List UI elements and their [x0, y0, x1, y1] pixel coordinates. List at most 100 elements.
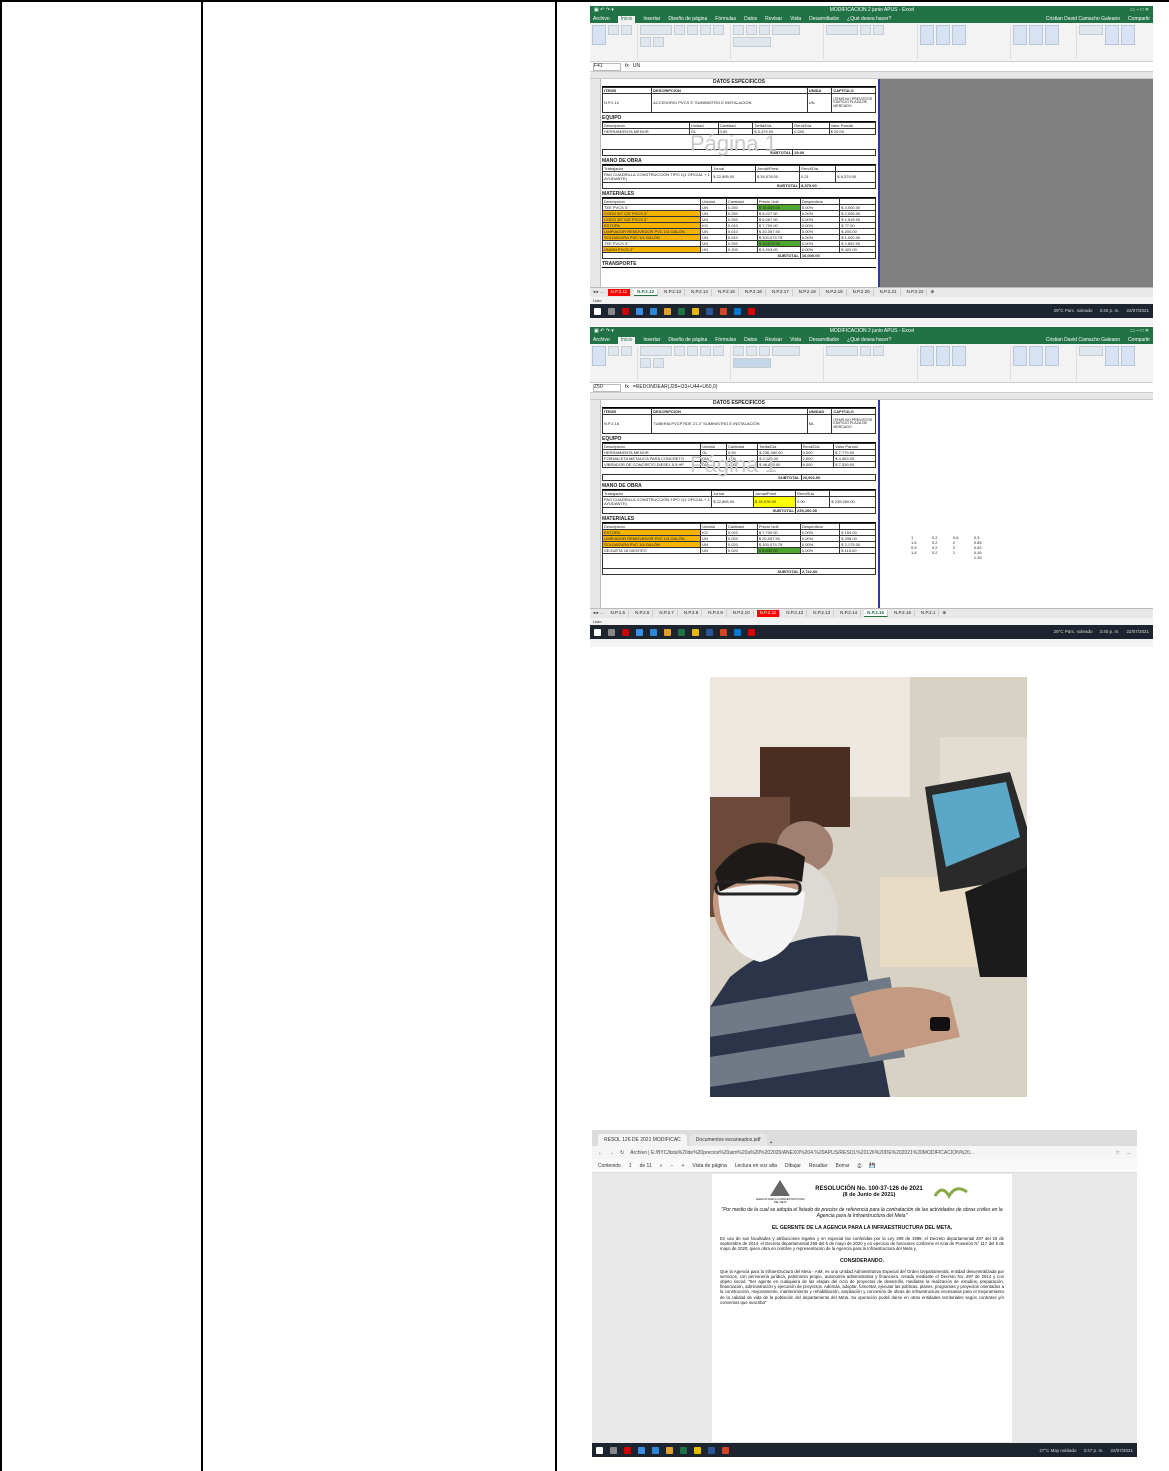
format-table-button[interactable]: [935, 346, 950, 366]
font-select[interactable]: [640, 25, 673, 35]
sheet-tab[interactable]: N.P.2.14: [688, 289, 712, 296]
wrap-text-button[interactable]: [772, 346, 801, 356]
draw-button[interactable]: Dibujar: [785, 1163, 801, 1169]
app-icon[interactable]: [624, 1446, 631, 1454]
sheet-tab[interactable]: N.P.2.18: [796, 289, 820, 296]
search-icon[interactable]: [608, 307, 615, 315]
align-right-button[interactable]: [759, 346, 771, 356]
share-button[interactable]: Compartir: [1128, 337, 1150, 343]
sheet-tab-active[interactable]: N.P.2.12: [634, 288, 659, 297]
formula-input[interactable]: =REDONDEAR(J28+I33+U44+U60,0): [633, 385, 718, 390]
font-size-select[interactable]: [674, 25, 686, 35]
app-icon[interactable]: [622, 628, 629, 636]
sheet-tab[interactable]: N.P.2.13: [661, 289, 686, 296]
chrome-icon[interactable]: [664, 628, 671, 636]
currency-button[interactable]: [860, 25, 872, 35]
sheet-tab[interactable]: N.P.2.11: [607, 289, 632, 296]
align-left-button[interactable]: [733, 346, 745, 356]
format-button[interactable]: [1044, 25, 1059, 45]
sheet-tab[interactable]: N.P.2.13: [810, 610, 835, 617]
back-icon[interactable]: ←: [598, 1150, 603, 1156]
tab-archivo[interactable]: Archivo: [593, 337, 610, 343]
tab-datos[interactable]: Datos: [744, 337, 757, 343]
bold-button[interactable]: [687, 346, 699, 356]
sheet-tab[interactable]: N.P.2.16: [891, 610, 915, 617]
copy-icon[interactable]: [621, 25, 632, 35]
delete-button[interactable]: [1028, 25, 1043, 45]
browser-tab-active[interactable]: RESOL 126 DE 2021 MODIFICAC: [598, 1134, 687, 1146]
sheet-tab[interactable]: N.P.2.12: [783, 610, 808, 617]
align-left-button[interactable]: [733, 25, 745, 35]
formula-input[interactable]: UN: [633, 64, 640, 69]
edge-icon[interactable]: [636, 307, 643, 315]
read-aloud-button[interactable]: Lectura en voz alta: [735, 1163, 777, 1169]
name-box[interactable]: Z50: [593, 383, 621, 392]
tab-archivo[interactable]: Archivo: [593, 16, 610, 22]
folder-icon[interactable]: [694, 1446, 701, 1454]
insert-button[interactable]: [1012, 346, 1027, 366]
share-button[interactable]: Compartir: [1128, 16, 1150, 22]
tab-formulas[interactable]: Fórmulas: [715, 337, 736, 343]
sheet-tab[interactable]: N.P.1.6: [608, 610, 629, 617]
tab-desarrollador[interactable]: Desarrollador: [809, 337, 839, 343]
menu-icon[interactable]: …: [1126, 1150, 1131, 1156]
windows-start-icon[interactable]: [594, 628, 601, 636]
chrome-icon[interactable]: [666, 1446, 673, 1454]
favorite-icon[interactable]: ☆: [1116, 1150, 1120, 1156]
print-icon[interactable]: ⎙: [857, 1163, 861, 1169]
sort-filter-button[interactable]: [1104, 25, 1119, 45]
sheet-tab[interactable]: N.P.2.11: [756, 610, 781, 617]
chrome-icon[interactable]: [664, 307, 671, 315]
sheet-tab[interactable]: N.P.2.10: [730, 610, 754, 617]
paste-button[interactable]: [592, 25, 606, 45]
tell-me-search[interactable]: ¿Qué desea hacer?: [847, 337, 891, 343]
excel-quick-access[interactable]: ▣ ↶ ↷ ▾: [594, 8, 614, 13]
font-color-button[interactable]: [653, 358, 665, 368]
paste-button[interactable]: [592, 346, 606, 366]
conditional-format-button[interactable]: [919, 346, 934, 366]
cut-icon[interactable]: [608, 25, 619, 35]
cell-styles-button[interactable]: [951, 25, 966, 45]
underline-button[interactable]: [713, 346, 725, 356]
merge-center-button[interactable]: [733, 358, 772, 368]
sheet-tab[interactable]: N.P.2.7: [656, 610, 678, 617]
find-select-button[interactable]: [1120, 25, 1135, 45]
align-right-button[interactable]: [759, 25, 771, 35]
conditional-format-button[interactable]: [919, 25, 934, 45]
page-view-button[interactable]: Vista de página: [692, 1163, 726, 1169]
number-format-select[interactable]: [826, 25, 859, 35]
tab-insertar[interactable]: Insertar: [643, 16, 660, 22]
align-center-button[interactable]: [746, 346, 758, 356]
sheet-tab-active[interactable]: N.P.2.15: [864, 609, 889, 618]
tab-vista[interactable]: Vista: [790, 16, 801, 22]
find-select-button[interactable]: [1120, 346, 1135, 366]
forward-icon[interactable]: →: [609, 1150, 614, 1156]
italic-button[interactable]: [700, 346, 712, 356]
url-field[interactable]: Archivo | E:/BYC/lista%20de%20precios%20…: [630, 1150, 1109, 1156]
erase-button[interactable]: Borrar: [836, 1163, 850, 1169]
edge-icon[interactable]: [636, 628, 643, 636]
excel-quick-access[interactable]: ▣ ↶ ↷ ▾: [594, 329, 614, 334]
copy-icon[interactable]: [621, 346, 632, 356]
number-format-select[interactable]: [826, 346, 859, 356]
browser-icon[interactable]: [650, 628, 657, 636]
insert-button[interactable]: [1012, 25, 1027, 45]
window-controls[interactable]: ▭ – □ ✕: [1130, 8, 1149, 13]
fill-color-button[interactable]: [640, 37, 652, 47]
word-icon[interactable]: [708, 1446, 715, 1454]
font-color-button[interactable]: [653, 37, 665, 47]
tell-me-search[interactable]: ¿Qué desea hacer?: [847, 16, 891, 22]
add-sheet-icon[interactable]: ⊕: [930, 290, 934, 295]
align-center-button[interactable]: [746, 25, 758, 35]
sheet-tab[interactable]: N.P.2.15: [715, 289, 739, 296]
tab-desarrollador[interactable]: Desarrollador: [809, 16, 839, 22]
windows-start-icon[interactable]: [596, 1446, 603, 1454]
browser-tab[interactable]: Documentos escaneados.pdf: [689, 1134, 767, 1146]
font-select[interactable]: [640, 346, 673, 356]
format-button[interactable]: [1044, 346, 1059, 366]
fill-color-button[interactable]: [640, 358, 652, 368]
sheet-tab[interactable]: N.P.2.8: [681, 610, 703, 617]
zoom-in-icon[interactable]: +: [681, 1163, 684, 1169]
save-icon[interactable]: 💾: [869, 1163, 875, 1169]
tab-inicio[interactable]: Inicio: [617, 336, 636, 344]
